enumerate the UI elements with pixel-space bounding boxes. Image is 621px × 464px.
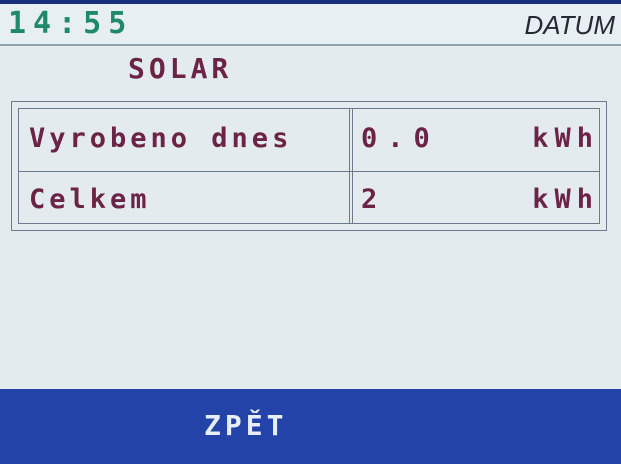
back-button-label: ZPĚT	[204, 409, 288, 442]
total-production-label: Celkem	[29, 184, 151, 215]
status-bar: 14:55 DATUM	[0, 4, 621, 46]
today-production-unit: kWh	[532, 123, 599, 154]
datum-button[interactable]: DATUM	[524, 10, 615, 41]
solar-data-table-inner: Vyrobeno dnes 0.0 kWh Celkem 2 kWh	[18, 108, 600, 224]
total-production-unit: kWh	[532, 184, 599, 215]
clock-display: 14:55	[8, 6, 134, 41]
page-title: SOLAR	[128, 52, 233, 85]
today-production-value: 0.0	[361, 123, 440, 154]
row-divider	[19, 171, 599, 172]
today-production-label: Vyrobeno dnes	[29, 123, 293, 154]
back-button[interactable]: ZPĚT	[0, 389, 621, 464]
column-divider	[349, 109, 353, 223]
solar-data-table: Vyrobeno dnes 0.0 kWh Celkem 2 kWh	[11, 101, 607, 231]
total-production-value: 2	[361, 184, 382, 215]
display-screen: 14:55 DATUM SOLAR Vyrobeno dnes 0.0 kWh …	[0, 0, 621, 464]
